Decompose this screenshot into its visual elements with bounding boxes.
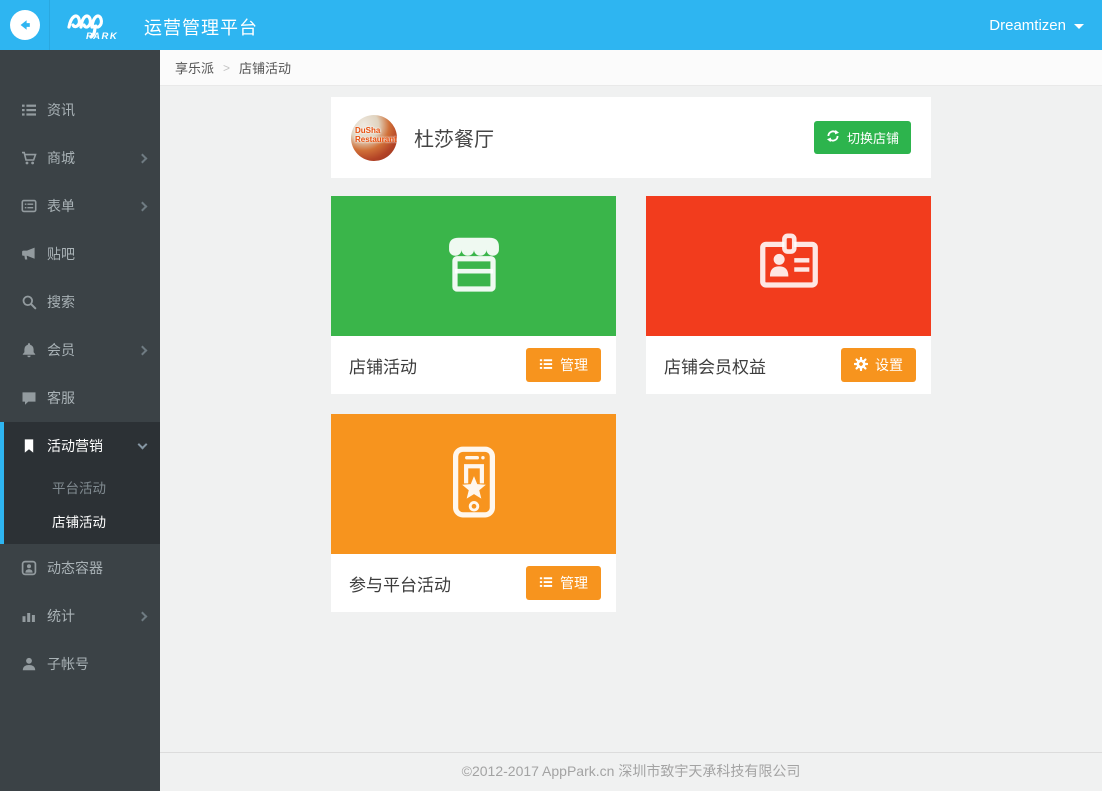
chevron-down-icon (137, 439, 148, 449)
card-title: 参与平台活动 (349, 575, 451, 595)
sidebar-subitem-shop-activities[interactable]: 店铺活动 (4, 504, 160, 538)
sidebar-item-mall[interactable]: 商城 (0, 134, 160, 182)
storefront-icon (432, 222, 516, 311)
stats-icon (20, 608, 37, 625)
card-join-platform-activities[interactable]: 参与平台活动 管理 (331, 414, 616, 612)
form-icon (20, 198, 37, 215)
manage-button-label: 管理 (560, 575, 588, 591)
manage-button[interactable]: 管理 (526, 566, 601, 600)
sidebar-item-forms[interactable]: 表单 (0, 182, 160, 230)
breadcrumb: 享乐派 > 店铺活动 (160, 50, 1102, 86)
sidebar-item-label: 会员 (47, 342, 75, 358)
switch-shop-button[interactable]: 切换店铺 (813, 121, 911, 154)
card-member-benefits[interactable]: 店铺会员权益 设置 (646, 196, 931, 394)
shop-avatar: DuSha Restaurant (351, 114, 397, 161)
search-icon (20, 294, 37, 311)
phone-star-icon (432, 440, 516, 529)
svg-text:PARK: PARK (86, 31, 118, 42)
sidebar-item-members[interactable]: 会员 (0, 326, 160, 374)
cart-icon (20, 150, 37, 167)
sidebar-item-label: 搜索 (47, 294, 75, 310)
breadcrumb-item-current: 店铺活动 (239, 61, 292, 76)
back-button[interactable] (0, 0, 50, 50)
settings-button[interactable]: 设置 (841, 348, 916, 382)
user-menu[interactable]: Dreamtizen (989, 17, 1084, 34)
card-shop-activities[interactable]: 店铺活动 管理 (331, 196, 616, 394)
chevron-right-icon (137, 201, 148, 211)
switch-shop-label: 切换店铺 (846, 131, 899, 146)
brand: PARK 运营管理平台 (66, 4, 258, 47)
feature-cards: 店铺活动 管理 店铺会员权益 设置 参与平台活动 管理 (331, 196, 931, 612)
sidebar-subitem-label: 店铺活动 (52, 515, 106, 530)
sidebar-item-statistics[interactable]: 统计 (0, 592, 160, 640)
top-bar: PARK 运营管理平台 Dreamtizen (0, 0, 1102, 50)
card-shop-activities-visual (331, 196, 616, 336)
sidebar-item-subaccounts[interactable]: 子帐号 (0, 640, 160, 688)
card-title: 店铺活动 (349, 357, 417, 377)
card-member-benefits-visual (646, 196, 931, 336)
chevron-right-icon (137, 345, 148, 355)
sidebar-item-support[interactable]: 客服 (0, 374, 160, 422)
bell-icon (20, 342, 37, 359)
sidebar-item-label: 资讯 (47, 102, 75, 118)
sidebar-item-label: 贴吧 (47, 246, 75, 262)
breadcrumb-separator: > (223, 60, 231, 75)
sidebar-item-forum[interactable]: 贴吧 (0, 230, 160, 278)
caret-down-icon (1074, 23, 1084, 29)
sidebar-group-marketing: 活动营销 平台活动 店铺活动 (0, 422, 160, 544)
sidebar-item-label: 表单 (47, 198, 75, 214)
breadcrumb-item-root[interactable]: 享乐派 (175, 58, 214, 77)
refresh-icon (826, 129, 840, 146)
manage-list-icon (539, 575, 553, 592)
sidebar-subitem-platform-activities[interactable]: 平台活动 (4, 470, 160, 504)
sidebar-item-marketing[interactable]: 活动营销 (4, 422, 160, 470)
chevron-right-icon (137, 153, 148, 163)
sidebar: 资讯 商城 表单 贴吧 搜索 会员 客服 活动营销 平台活动 店铺活动 动态容器… (0, 50, 160, 791)
sidebar-item-label: 动态容器 (47, 560, 103, 576)
sidebar-item-label: 活动营销 (47, 438, 103, 454)
gear-icon (853, 356, 869, 374)
shop-avatar-text: DuSha Restaurant (355, 125, 397, 145)
sidebar-item-label: 商城 (47, 150, 75, 166)
manage-button-label: 管理 (560, 357, 588, 373)
shop-header-card: DuSha Restaurant 杜莎餐厅 切换店铺 (331, 97, 931, 178)
settings-button-label: 设置 (875, 357, 903, 373)
manage-list-icon (539, 357, 553, 374)
page-content: DuSha Restaurant 杜莎餐厅 切换店铺 店铺活动 管理 店铺会员权… (160, 86, 1102, 752)
id-badge-icon (747, 222, 831, 311)
sidebar-item-dynamic-container[interactable]: 动态容器 (0, 544, 160, 592)
sidebar-item-label: 统计 (47, 608, 75, 624)
copyright-text: ©2012-2017 AppPark.cn 深圳市致宇天承科技有限公司 (461, 763, 801, 779)
card-join-platform-visual (331, 414, 616, 554)
app-title: 运营管理平台 (144, 17, 258, 38)
back-arrow-icon (9, 10, 40, 40)
chat-icon (20, 390, 37, 407)
sidebar-item-news[interactable]: 资讯 (0, 86, 160, 134)
container-icon (20, 560, 37, 577)
bookmark-icon (20, 438, 37, 455)
apppark-logo-icon: PARK (66, 4, 140, 47)
sidebar-subitem-label: 平台活动 (52, 481, 106, 496)
list-icon (20, 102, 37, 119)
chevron-right-icon (137, 611, 148, 621)
sidebar-item-label: 客服 (47, 390, 75, 406)
app-window: PARK 运营管理平台 Dreamtizen 资讯 商城 表单 贴吧 搜索 会员… (0, 0, 1102, 791)
manage-button[interactable]: 管理 (526, 348, 601, 382)
footer: ©2012-2017 AppPark.cn 深圳市致宇天承科技有限公司 (160, 752, 1102, 791)
main-area: 享乐派 > 店铺活动 DuSha Restaurant 杜莎餐厅 切换店铺 店铺… (160, 50, 1102, 791)
card-title: 店铺会员权益 (664, 357, 766, 377)
megaphone-icon (20, 246, 37, 263)
user-icon (20, 656, 37, 673)
user-name: Dreamtizen (989, 16, 1066, 34)
sidebar-item-search[interactable]: 搜索 (0, 278, 160, 326)
shop-name: 杜莎餐厅 (414, 129, 494, 151)
sidebar-item-label: 子帐号 (47, 656, 89, 672)
